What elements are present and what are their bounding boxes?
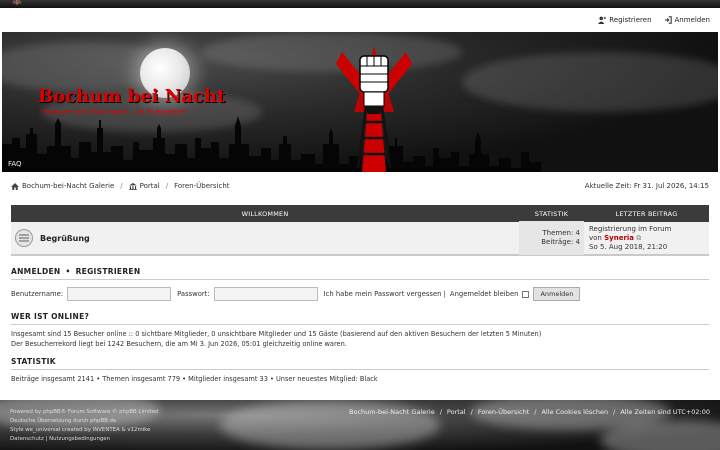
breadcrumb-separator: / — [165, 182, 169, 190]
who-is-online-heading[interactable]: WER IST ONLINE? — [11, 312, 709, 325]
footer-separator: / — [534, 408, 537, 416]
site-banner[interactable]: Bochum bei Nacht "Vampire dim Mauerpark … — [2, 32, 718, 172]
top-navbar: Registrieren Anmelden — [0, 8, 720, 32]
current-time: Aktuelle Zeit: Fr 31. Jul 2026, 14:15 — [584, 182, 709, 190]
forum-category-header[interactable]: WILLKOMMEN — [11, 210, 519, 218]
statistics-line: Beiträge insgesamt 2141 • Themen insgesa… — [11, 375, 378, 383]
footer-privacy-terms[interactable]: Datenschutz | Nutzungsbedingungen — [10, 435, 159, 444]
forum-row: Begrüßung Themen: 4 Beiträge: 4 Registri… — [11, 221, 709, 256]
last-post-title-link[interactable]: Registrierung im Forum — [589, 225, 709, 234]
page-wrap: Registrieren Anmelden Bochum bei Nacht "… — [0, 8, 720, 400]
login-heading: ANMELDEN • REGISTRIEREN — [11, 267, 709, 280]
faq-link[interactable]: FAQ — [8, 160, 22, 168]
topic-count: Themen: 4 — [542, 229, 580, 237]
breadcrumb-label: Portal — [139, 182, 160, 190]
login-submit-button[interactable]: Anmelden — [533, 287, 581, 301]
forum-stats: Themen: 4 Beiträge: 4 — [519, 221, 584, 255]
stats-column-header: STATISTIK — [534, 209, 569, 218]
footer-translation[interactable]: Deutsche Übersetzung durch phpBB.de — [10, 417, 159, 426]
username-label: Benutzername: — [11, 290, 64, 298]
footer-portal-link[interactable]: Portal — [447, 408, 466, 416]
forum-title-link[interactable]: Begrüßung — [40, 234, 90, 243]
register-heading-link[interactable]: REGISTRIEREN — [76, 267, 141, 276]
breadcrumb-label: Bochum-bei-Nacht Galerie — [22, 182, 115, 190]
home-icon — [11, 182, 19, 190]
forgot-password-link[interactable]: Ich habe mein Passwort vergessen | — [324, 290, 446, 298]
forum-header-row: WILLKOMMEN STATISTIK LETZTER BEITRAG — [11, 205, 709, 222]
footer-nav: Bochum-bei-Nacht Galerie / Portal / Fore… — [349, 408, 710, 416]
login-link[interactable]: Anmelden — [664, 16, 710, 24]
breadcrumb: Bochum-bei-Nacht Galerie / Portal / Fore… — [0, 178, 720, 194]
last-post-info: Registrierung im Forum von Syneria ⧉ So … — [584, 225, 709, 252]
top-strip: 🦇 — [0, 0, 720, 8]
view-latest-post-icon[interactable]: ⧉ — [636, 234, 641, 242]
register-link[interactable]: Registrieren — [598, 16, 652, 24]
bat-icon: 🦇 — [12, 0, 22, 7]
password-label: Passwort: — [177, 290, 210, 298]
footer-timezone: Alle Zeiten sind UTC+02:00 — [620, 408, 710, 416]
footer-separator: / — [439, 408, 442, 416]
footer-forum-index-link[interactable]: Foren-Übersicht — [478, 408, 529, 416]
last-post-date: So 5. Aug 2018, 21:20 — [589, 242, 668, 251]
who-is-online-section: WER IST ONLINE? Insgesamt sind 15 Besuch… — [11, 312, 709, 349]
portal-icon — [128, 182, 137, 190]
footer-gallery-link[interactable]: Bochum-bei-Nacht Galerie — [349, 408, 435, 416]
forum-read-icon — [15, 229, 33, 247]
sign-in-icon — [664, 16, 672, 24]
breadcrumb-portal[interactable]: Portal — [128, 182, 160, 190]
password-input[interactable] — [213, 287, 318, 301]
login-form: Benutzername: Passwort: Ich habe mein Pa… — [11, 280, 709, 301]
forum-table: WILLKOMMEN STATISTIK LETZTER BEITRAG Beg… — [11, 205, 709, 256]
post-count: Beiträge: 4 — [541, 238, 580, 246]
breadcrumb-label: Foren-Übersicht — [174, 182, 230, 190]
register-label: Registrieren — [609, 16, 652, 24]
online-record-line: Der Besucherrekord liegt bei 1242 Besuch… — [11, 339, 347, 348]
footer-separator: / — [470, 408, 473, 416]
breadcrumb-gallery[interactable]: Bochum-bei-Nacht Galerie — [11, 182, 114, 190]
footer-powered-by[interactable]: Powered by phpBB® Forum Software © phpBB… — [10, 408, 159, 417]
remember-me-label: Angemeldet bleiben — [449, 290, 519, 298]
footer-credits: Powered by phpBB® Forum Software © phpBB… — [10, 408, 159, 444]
page-footer: Powered by phpBB® Forum Software © phpBB… — [0, 400, 720, 450]
footer-separator: / — [613, 408, 616, 416]
register-icon — [598, 16, 607, 24]
breadcrumb-separator: / — [120, 182, 123, 190]
footer-delete-cookies-link[interactable]: Alle Cookies löschen — [541, 408, 608, 416]
online-text: Insgesamt sind 15 Besucher online :: 0 s… — [11, 325, 709, 349]
last-post-by-label: von — [589, 233, 602, 242]
remember-me-checkbox[interactable] — [522, 290, 530, 298]
login-heading-link[interactable]: ANMELDEN — [11, 267, 60, 276]
footer-style-credit[interactable]: Style we_universal created by INVENTEA &… — [10, 426, 159, 435]
fist-emblem-logo — [336, 46, 412, 172]
last-post-column-header: LETZTER BEITRAG — [615, 209, 678, 218]
site-title[interactable]: Bochum bei Nacht — [38, 86, 225, 107]
login-section: ANMELDEN • REGISTRIEREN Benutzername: Pass… — [11, 267, 709, 301]
online-users-line: Insgesamt sind 15 Besucher online :: 0 s… — [11, 330, 542, 338]
breadcrumb-forum-index[interactable]: Foren-Übersicht — [174, 182, 229, 190]
statistics-section: STATISTIK Beiträge insgesamt 2141 • Them… — [11, 357, 709, 385]
site-description: "Vampire dim Mauerpark – im Ruhrgebiet" — [40, 108, 189, 116]
statistics-heading: STATISTIK — [11, 357, 709, 370]
username-input[interactable] — [67, 287, 172, 301]
login-label: Anmelden — [674, 16, 710, 24]
last-post-author-link[interactable]: Syneria — [604, 234, 634, 242]
